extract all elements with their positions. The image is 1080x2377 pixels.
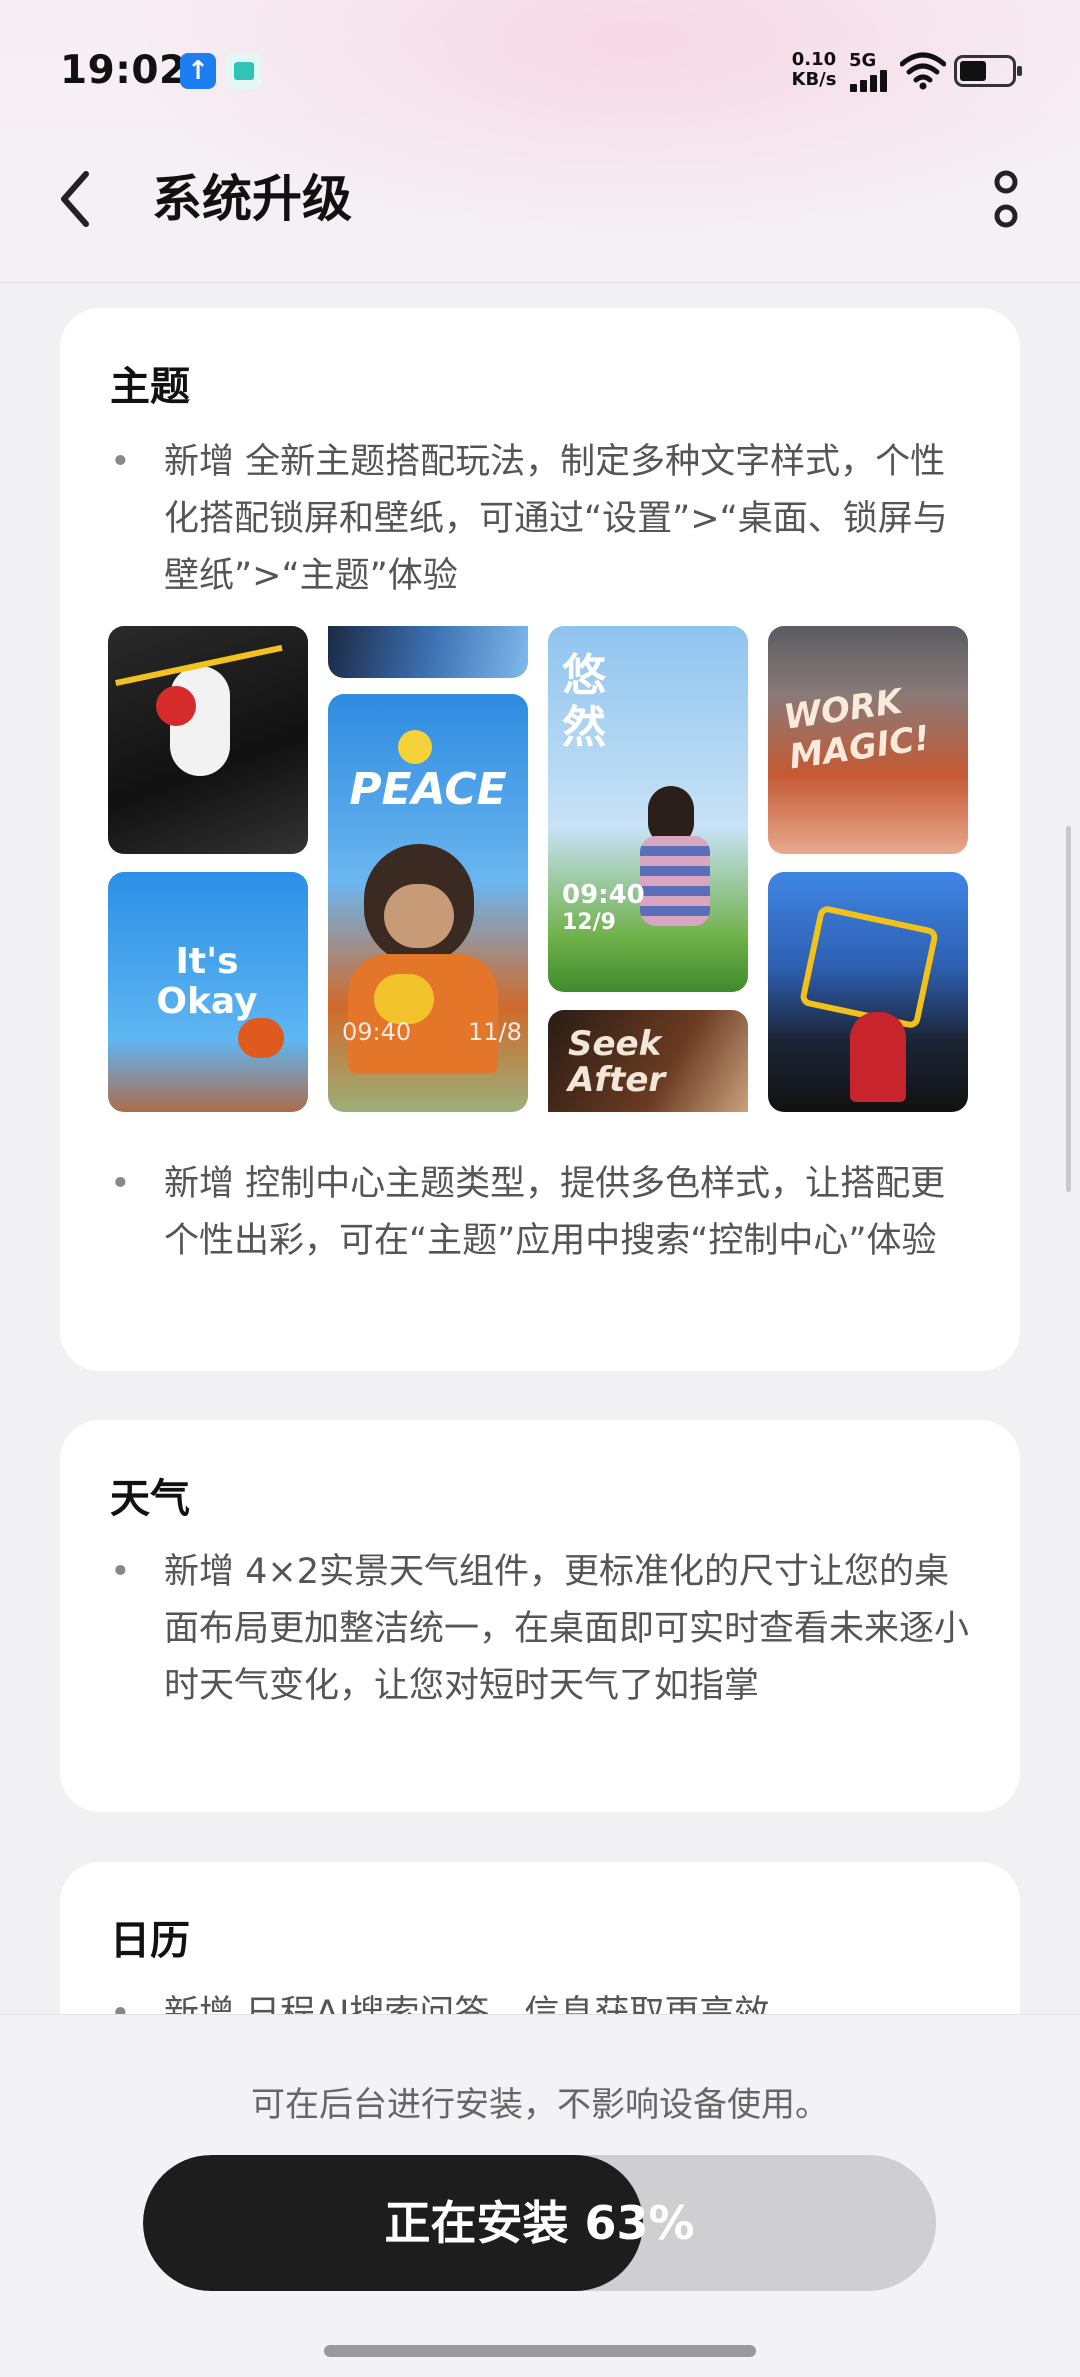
- status-time: 19:02: [60, 48, 187, 93]
- preview-text: Seek After: [568, 1024, 666, 1100]
- theme-preview-youran: 悠然 09:40 12/9: [548, 626, 748, 992]
- page-title: 系统升级: [152, 170, 352, 228]
- theme-preview-graffiti: [768, 872, 968, 1112]
- list-item: • 新增 控制中心主题类型，提供多色样式，让搭配更个性出彩，可在“主题”应用中搜…: [110, 1156, 970, 1327]
- preview-text: WORK MAGIC!: [781, 681, 933, 778]
- top-bar: 19:02 ↑ 0.10 KB/s 5G 系统升级: [0, 0, 1080, 283]
- net-speed: 0.10 KB/s: [790, 50, 838, 90]
- battery-icon: [954, 55, 1022, 87]
- theme-preview-peace: PEACE 09:40 11/8: [328, 694, 528, 1112]
- net-speed-unit: KB/s: [791, 69, 837, 90]
- chevron-left-icon[interactable]: [54, 166, 98, 232]
- wifi-icon: [900, 52, 946, 90]
- install-progress-button[interactable]: 正在安装 63%: [143, 2155, 936, 2291]
- list-item-text: 新增 全新主题搭配玩法，制定多种文字样式，个性化搭配锁屏和壁纸，可通过“设置”>…: [164, 442, 948, 596]
- preview-date: 12/9: [562, 910, 616, 935]
- preview-text: It's Okay: [156, 941, 258, 1022]
- signal-icon: [850, 70, 894, 92]
- list-item-text: 新增 控制中心主题类型，提供多色样式，让搭配更个性出彩，可在“主题”应用中搜索“…: [164, 1164, 946, 1261]
- weather-section-card: 天气 • 新增 4×2实景天气组件，更标准化的尺寸让您的桌面布局更加整洁统一，在…: [60, 1420, 1020, 1812]
- theme-preview-collage: It's Okay PEACE 09:40 11/8 悠然 09:40 12/9…: [108, 626, 974, 1112]
- preview-text: PEACE: [349, 764, 507, 815]
- install-progress-label: 正在安装 63%: [384, 2196, 695, 2250]
- net-speed-value: 0.10: [791, 49, 837, 70]
- install-panel: 可在后台进行安装，不影响设备使用。 正在安装 63%: [0, 2014, 1080, 2377]
- theme-preview-work-magic: WORK MAGIC!: [768, 626, 968, 854]
- theme-section-card: 主题 • 新增 全新主题搭配玩法，制定多种文字样式，个性化搭配锁屏和壁纸，可通过…: [60, 308, 1020, 1371]
- section-title: 日历: [110, 1918, 190, 1964]
- list-item: • 新增 4×2实景天气组件，更标准化的尺寸让您的桌面布局更加整洁统一，在桌面即…: [110, 1544, 970, 1772]
- preview-time: 09:40: [342, 1018, 412, 1046]
- theme-preview-dancer: [108, 626, 308, 854]
- scrollbar[interactable]: [1066, 826, 1071, 1192]
- upload-notification-icon: ↑: [180, 53, 216, 89]
- theme-preview-top-strip: [328, 626, 528, 678]
- theme-preview-seek-after: Seek After: [548, 1010, 748, 1112]
- install-hint: 可在后台进行安装，不影响设备使用。: [251, 2085, 829, 2125]
- preview-text: 悠然: [562, 650, 606, 753]
- home-indicator[interactable]: [324, 2345, 756, 2357]
- section-title: 主题: [110, 364, 190, 410]
- network-type: 5G: [849, 50, 877, 71]
- app-notification-icon: [226, 53, 262, 89]
- theme-preview-its-okay: It's Okay: [108, 872, 308, 1112]
- preview-time: 09:40: [562, 880, 645, 910]
- list-item: • 新增 全新主题搭配玩法，制定多种文字样式，个性化搭配锁屏和壁纸，可通过“设置…: [110, 434, 970, 605]
- status-bar: 19:02 ↑ 0.10 KB/s 5G: [0, 0, 1080, 140]
- section-title: 天气: [110, 1476, 190, 1522]
- more-vertical-icon[interactable]: [988, 168, 1024, 232]
- preview-date: 11/8: [468, 1018, 522, 1046]
- list-item-text: 新增 4×2实景天气组件，更标准化的尺寸让您的桌面布局更加整洁统一，在桌面即可实…: [164, 1552, 970, 1706]
